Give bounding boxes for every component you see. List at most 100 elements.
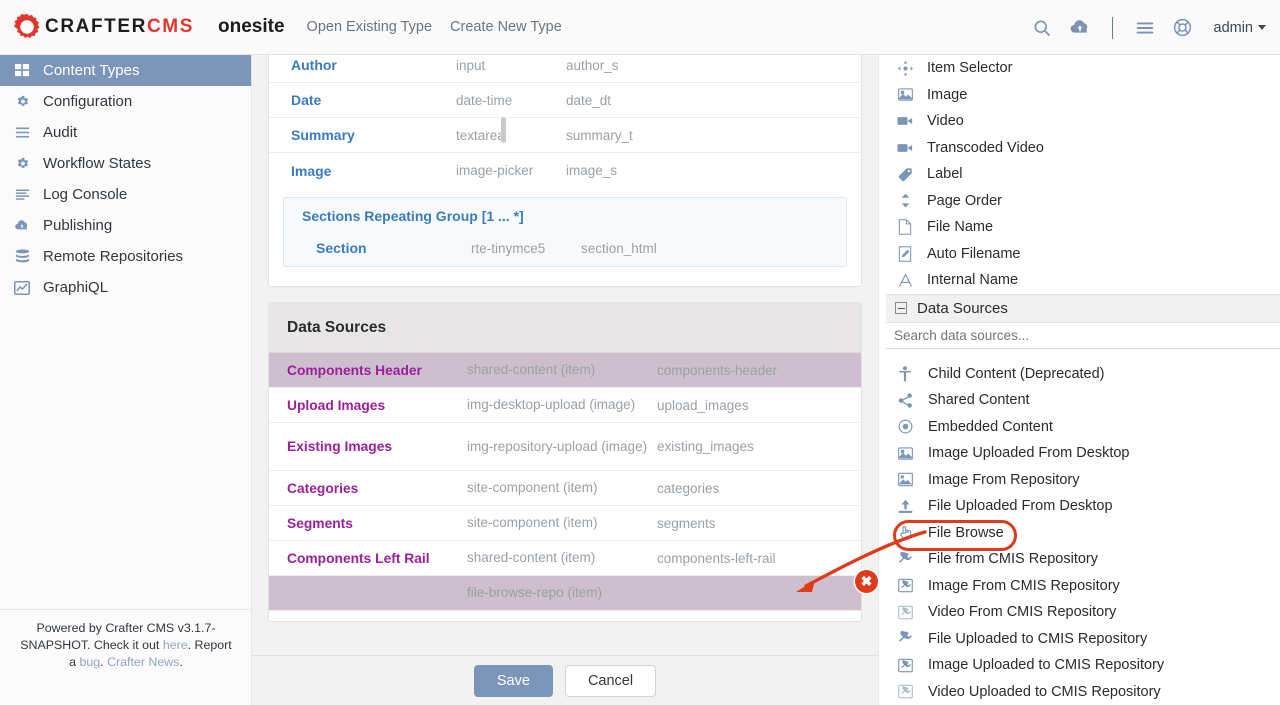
palette-item-label: Video	[927, 113, 964, 130]
palette-item-item-selector[interactable]: Item Selector	[886, 55, 1280, 82]
file-icon	[895, 219, 915, 236]
sidebar-item-graphiql[interactable]: GraphiQL	[0, 272, 251, 303]
palette-item-page-order[interactable]: Page Order	[886, 188, 1280, 215]
search-input[interactable]	[894, 327, 1280, 343]
cloud-upload-icon[interactable]	[1061, 9, 1099, 47]
palette-item-file-name[interactable]: File Name	[886, 214, 1280, 241]
sidebar-item-label: Workflow States	[43, 155, 152, 172]
sidebar-item-label: Content Types	[43, 62, 140, 79]
ds-item-embedded-content[interactable]: Embedded Content	[886, 414, 1280, 441]
target-dot-icon	[895, 419, 915, 434]
field-row-date[interactable]: Date date-time date_dt	[269, 83, 861, 118]
control-palette-panel: Item Selector Image Video Transcoded Vid…	[886, 55, 1280, 705]
table-row-new[interactable]: file-browse-repo (item)	[269, 576, 861, 611]
video-plug-icon	[895, 684, 915, 699]
sidebar-item-log-console[interactable]: Log Console	[0, 179, 251, 210]
ds-row-type: site-component (item)	[467, 515, 598, 530]
site-name: onesite	[218, 16, 285, 37]
sidebar-item-remote-repositories[interactable]: Remote Repositories	[0, 241, 251, 272]
footer-bug-link[interactable]: bug	[80, 655, 101, 669]
ds-item-label: Shared Content	[928, 392, 1030, 409]
user-menu[interactable]: admin	[1214, 20, 1266, 36]
ds-item-label: Image From Repository	[928, 471, 1080, 488]
brand-logo[interactable]: CRAFTERCMS	[12, 12, 194, 42]
database-icon	[12, 249, 32, 264]
field-type: date-time	[456, 92, 513, 108]
move-arrows-icon	[895, 60, 915, 76]
delete-row-button[interactable]: ✖	[855, 570, 878, 593]
ds-item-image-from-cmis-repository[interactable]: Image From CMIS Repository	[886, 573, 1280, 600]
ds-item-label: File from CMIS Repository	[928, 551, 1099, 568]
nav-create-new-type[interactable]: Create New Type	[450, 19, 562, 35]
sidebar-item-workflow-states[interactable]: Workflow States	[0, 148, 251, 179]
ds-item-video-uploaded-to-cmis-repository[interactable]: Video Uploaded to CMIS Repository	[886, 679, 1280, 705]
ds-item-image-uploaded-to-cmis-repository[interactable]: Image Uploaded to CMIS Repository	[886, 652, 1280, 679]
cancel-button[interactable]: Cancel	[564, 664, 657, 697]
repeating-group-sections[interactable]: Sections Repeating Group [1 ... *] Secti…	[283, 197, 847, 267]
palette-item-image[interactable]: Image	[886, 82, 1280, 109]
chevron-down-icon	[1258, 25, 1266, 30]
ds-row-type: img-repository-upload (image)	[467, 438, 648, 454]
video-plug-icon	[895, 605, 915, 620]
repeating-group-field-row[interactable]: Section rte-tinymce5 section_html	[284, 240, 846, 256]
data-sources-card-title: Data Sources	[269, 303, 861, 353]
ds-item-file-from-cmis-repository[interactable]: File from CMIS Repository	[886, 546, 1280, 573]
ds-row-name: components-left-rail	[657, 550, 776, 566]
search-icon[interactable]	[1023, 9, 1061, 47]
table-row[interactable]: Existing Images img-repository-upload (i…	[269, 423, 861, 471]
sort-updown-icon	[895, 193, 915, 208]
ds-item-image-from-repository[interactable]: Image From Repository	[886, 467, 1280, 494]
ds-item-shared-content[interactable]: Shared Content	[886, 387, 1280, 414]
footer-here-link[interactable]: here	[163, 638, 188, 652]
field-row-author[interactable]: Author input author_s	[269, 55, 861, 83]
field-label: Author	[291, 57, 337, 73]
table-row[interactable]: Segments site-component (item) segments	[269, 506, 861, 541]
palette-item-video[interactable]: Video	[886, 108, 1280, 135]
sidebar-item-label: Configuration	[43, 93, 133, 110]
field-row-summary[interactable]: Summary textarea summary_t	[269, 118, 861, 153]
field-row-image[interactable]: Image image-picker image_s	[269, 153, 861, 188]
nav-open-existing-type[interactable]: Open Existing Type	[307, 19, 432, 35]
image-plug-icon	[895, 658, 915, 673]
ds-item-label: File Browse	[928, 524, 1004, 541]
ds-item-file-browse[interactable]: File Browse	[886, 520, 1280, 547]
palette-item-label: Image	[927, 86, 968, 103]
table-row[interactable]: Categories site-component (item) categor…	[269, 471, 861, 506]
table-row[interactable]: Upload Images img-desktop-upload (image)…	[269, 388, 861, 423]
sidebar-item-publishing[interactable]: Publishing	[0, 210, 251, 241]
ds-row-type: site-component (item)	[467, 480, 598, 495]
hamburger-menu-icon[interactable]	[1126, 9, 1164, 47]
palette-item-label[interactable]: Label	[886, 161, 1280, 188]
field-label: Image	[291, 162, 332, 179]
sidebar-item-configuration[interactable]: Configuration	[0, 86, 251, 117]
sidebar-item-audit[interactable]: Audit	[0, 117, 251, 148]
palette-item-label: Item Selector	[927, 60, 1013, 77]
ds-item-label: Embedded Content	[928, 418, 1053, 435]
gear-icon	[12, 156, 32, 171]
palette-item-internal-name[interactable]: Internal Name	[886, 267, 1280, 294]
letter-a-icon	[895, 272, 915, 288]
ds-item-child-content[interactable]: Child Content (Deprecated)	[886, 361, 1280, 388]
main-content: Author input author_s Date date-time dat…	[252, 55, 878, 705]
main-scrollbar-thumb[interactable]	[501, 117, 506, 143]
sidebar-item-content-types[interactable]: Content Types	[0, 55, 251, 86]
data-source-search-row[interactable]	[886, 322, 1280, 349]
palette-section-data-sources[interactable]: Data Sources	[886, 293, 1280, 323]
footer-crafter-news-link[interactable]: Crafter News	[107, 655, 179, 669]
table-row[interactable]: Components Header shared-content (item) …	[269, 353, 861, 388]
sidebar-item-label: Log Console	[43, 186, 128, 203]
table-row[interactable]: Components Left Rail shared-content (ite…	[269, 541, 861, 576]
help-lifebuoy-icon[interactable]	[1164, 9, 1202, 47]
ds-item-file-uploaded-to-cmis-repository[interactable]: File Uploaded to CMIS Repository	[886, 626, 1280, 653]
ds-item-label: Video Uploaded to CMIS Repository	[928, 683, 1161, 700]
field-name: section_html	[581, 240, 657, 256]
ds-item-image-uploaded-from-desktop[interactable]: Image Uploaded From Desktop	[886, 440, 1280, 467]
palette-item-auto-filename[interactable]: Auto Filename	[886, 241, 1280, 268]
ds-item-video-from-cmis-repository[interactable]: Video From CMIS Repository	[886, 599, 1280, 626]
image-repo-icon	[895, 472, 915, 487]
save-button[interactable]: Save	[473, 664, 553, 697]
field-type: textarea	[456, 127, 505, 143]
ds-item-file-uploaded-from-desktop[interactable]: File Uploaded From Desktop	[886, 493, 1280, 520]
palette-item-transcoded-video[interactable]: Transcoded Video	[886, 135, 1280, 162]
minus-box-icon[interactable]	[895, 302, 907, 314]
